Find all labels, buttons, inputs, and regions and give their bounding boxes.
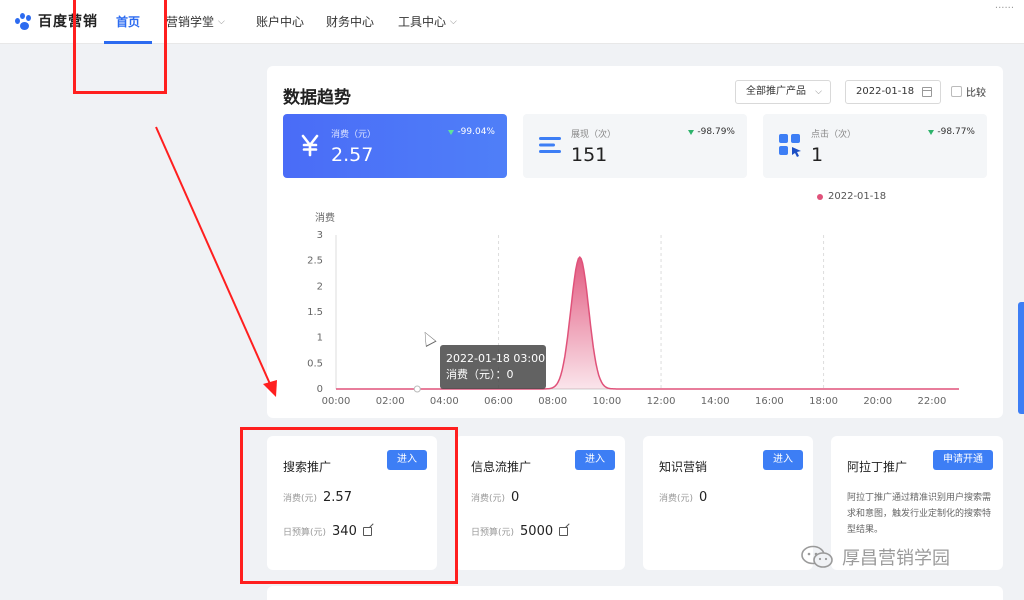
card-description: 阿拉丁推广通过精准识别用户搜索需求和意图，触发行业定制化的搜索特型结果。	[847, 493, 992, 535]
spend-row: 消费(元) 2.57	[283, 490, 352, 505]
watermark: 厚昌营销学园	[800, 544, 950, 570]
spend-trend-chart[interactable]: 消费 0 0.5 1 1.5 2 2.5 3 00:00 02:00 04:00 06:00 08:00…	[267, 66, 1003, 418]
nav-home[interactable]: 首页	[116, 0, 140, 44]
enter-button[interactable]: 进入	[387, 450, 427, 470]
x-tick-label: 00:00	[322, 396, 351, 407]
x-tick-label: 14:00	[701, 396, 730, 407]
logo-text: 百度营销	[38, 14, 98, 30]
budget-row: 日预算(元) 340	[283, 524, 372, 539]
spend-row: 消费(元) 0	[659, 490, 708, 505]
apply-button[interactable]: 申请开通	[933, 450, 993, 470]
x-tick-label: 10:00	[592, 396, 621, 407]
x-tick-label: 02:00	[376, 396, 405, 407]
card-title: 信息流推广	[471, 460, 532, 474]
product-card-knowledge: 知识营销 进入 消费(元) 0	[643, 436, 813, 570]
x-tick-label: 16:00	[755, 396, 784, 407]
chart-tooltip: 2022-01-18 03:00 消费（元）：0	[440, 345, 546, 389]
y-tick-label: 1.5	[307, 307, 323, 318]
hover-data-point	[413, 385, 421, 393]
chevron-down-icon: ⌵	[450, 17, 457, 27]
x-tick-label: 12:00	[647, 396, 676, 407]
x-tick-label: 22:00	[917, 396, 946, 407]
y-axis-title: 消费	[315, 211, 335, 224]
data-trend-panel: 数据趋势 全部推广产品 ⌵ 2022-01-18 比较 消费（元） 2.57 -9…	[267, 66, 1003, 418]
card-title: 知识营销	[659, 460, 708, 474]
y-tick-label: 3	[317, 230, 323, 241]
y-tick-label: 0	[317, 384, 323, 395]
nav-finance-center[interactable]: 财务中心	[326, 0, 374, 44]
series-area	[336, 257, 959, 389]
product-card-search: 搜索推广 进入 消费(元) 2.57 日预算(元) 340	[267, 436, 437, 570]
nav-marketing-school[interactable]: 营销学堂 ⌵	[166, 0, 225, 44]
nav-account-center[interactable]: 账户中心	[256, 0, 304, 44]
product-card-feed: 信息流推广 进入 消费(元) 0 日预算(元) 5000	[455, 436, 625, 570]
side-floating-tab[interactable]	[1018, 302, 1024, 414]
enter-button[interactable]: 进入	[763, 450, 803, 470]
y-tick-label: 2	[317, 281, 323, 292]
spend-row: 消费(元) 0	[471, 490, 520, 505]
baidu-logo[interactable]: 百度营销	[14, 10, 98, 32]
x-tick-label: 06:00	[484, 396, 513, 407]
enter-button[interactable]: 进入	[575, 450, 615, 470]
y-tick-label: 2.5	[307, 256, 323, 267]
nav-active-underline	[104, 41, 152, 44]
top-navigation: 百度营销 首页 营销学堂 ⌵ 账户中心 财务中心 工具中心 ⌵ ......	[0, 0, 1024, 44]
edit-icon[interactable]	[362, 527, 372, 536]
paw-logo-icon	[14, 11, 34, 31]
x-tick-label: 20:00	[863, 396, 892, 407]
x-tick-label: 04:00	[430, 396, 459, 407]
x-tick-label: 08:00	[538, 396, 567, 407]
y-tick-label: 0.5	[307, 358, 323, 369]
edit-icon[interactable]	[559, 527, 569, 536]
next-section-edge	[267, 586, 1003, 600]
y-tick-label: 1	[317, 333, 323, 344]
card-title: 阿拉丁推广	[847, 460, 908, 474]
budget-row: 日预算(元) 5000	[471, 524, 569, 539]
series-line	[336, 255, 959, 390]
chevron-down-icon: ⌵	[218, 17, 225, 27]
card-title: 搜索推广	[283, 460, 332, 474]
nav-tools-center[interactable]: 工具中心 ⌵	[398, 0, 457, 44]
x-tick-label: 18:00	[809, 396, 838, 407]
top-right-text: ......	[994, 0, 1014, 11]
wechat-icon	[801, 545, 833, 568]
